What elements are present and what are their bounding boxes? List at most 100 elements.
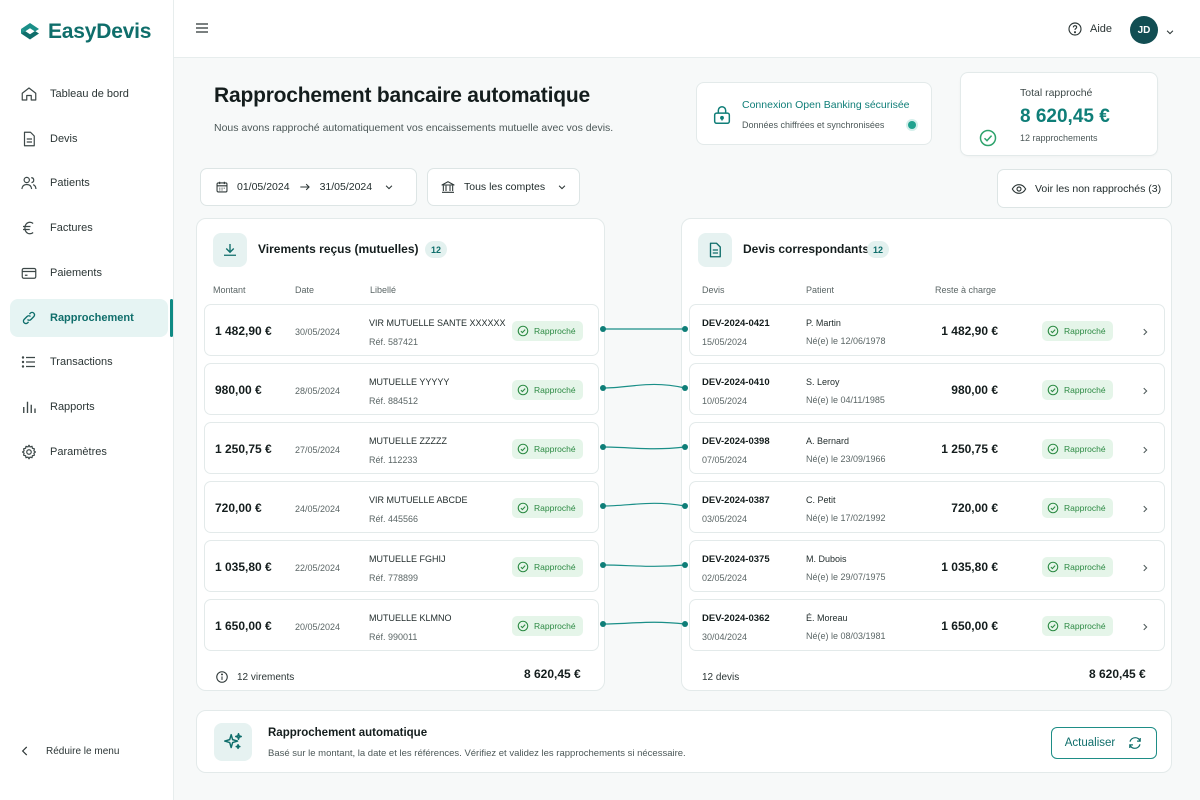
status-badge: Rapproché — [1042, 439, 1113, 459]
quotes-footer: 12 devis — [702, 662, 739, 692]
auto-reconciliation-subtitle: Basé sur le montant, la date et les réfé… — [268, 748, 686, 759]
chevron-left-icon — [21, 746, 28, 756]
lock-icon — [713, 106, 731, 124]
sidebar-item-label: Transactions — [50, 356, 113, 368]
sidebar-item-quotes[interactable]: Devis — [10, 120, 168, 158]
arrow-right-icon — [299, 183, 310, 191]
transfer-date: 20/05/2024 — [295, 622, 341, 632]
status-badge: Rapproché — [512, 380, 583, 400]
sidebar-item-transactions[interactable]: Transactions — [10, 343, 168, 381]
hamburger-icon — [196, 23, 208, 33]
sidebar-item-label: Factures — [50, 222, 93, 234]
collapse-menu-button[interactable]: Réduire le menu — [18, 744, 119, 758]
date-from: 01/05/2024 — [237, 181, 290, 193]
sidebar: EasyDevis Tableau de bord Devis Patients… — [0, 0, 174, 800]
refresh-icon — [1129, 737, 1142, 749]
row-open-button[interactable] — [1140, 324, 1150, 342]
sidebar-item-reconciliation[interactable]: Rapprochement — [10, 299, 173, 337]
check-circle-icon — [979, 129, 997, 147]
check-circle-icon — [517, 502, 529, 514]
sidebar-item-patients[interactable]: Patients — [10, 164, 168, 202]
table-row[interactable]: 1 482,90 € 30/05/2024 VIR MUTUELLE SANTE X… — [204, 304, 599, 356]
credit-card-icon — [21, 267, 37, 279]
table-row[interactable]: DEV-2024-0410 10/05/2024 S. Leroy Né(e) le … — [689, 363, 1165, 415]
transfers-count-badge: 12 — [425, 241, 448, 258]
patient-birthdate: Né(e) le 04/11/1985 — [806, 395, 885, 405]
auto-reconciliation-card: Rapprochement automatique Basé sur le mo… — [196, 710, 1172, 773]
sidebar-item-reports[interactable]: Rapports — [10, 388, 168, 426]
account-filter[interactable]: Tous les comptes — [427, 168, 580, 206]
eye-icon — [1011, 183, 1027, 194]
sidebar-item-payments[interactable]: Paiements — [10, 254, 168, 292]
row-open-button[interactable] — [1140, 560, 1150, 578]
document-icon — [709, 242, 721, 258]
row-open-button[interactable] — [1140, 501, 1150, 519]
quote-id: DEV-2024-0375 — [702, 554, 770, 565]
date-range-filter[interactable]: 01/05/2024 31/05/2024 — [200, 168, 417, 206]
patient-name: M. Dubois — [806, 554, 847, 564]
status-badge: Rapproché — [1042, 616, 1113, 636]
match-connector-line — [602, 383, 686, 389]
transfer-reference: Réf. 778899 — [369, 573, 419, 583]
user-avatar[interactable]: JD — [1130, 16, 1158, 44]
transfers-footer-total: 8 620,45 € — [524, 667, 581, 681]
user-menu-toggle[interactable] — [1165, 24, 1175, 42]
transfer-date: 22/05/2024 — [295, 563, 341, 573]
status-badge-label: Rapproché — [1064, 562, 1106, 572]
list-icon — [21, 356, 35, 368]
sidebar-item-invoices[interactable]: Factures — [10, 209, 168, 247]
show-unmatched-button[interactable]: Voir les non rapprochés (3) — [997, 169, 1172, 208]
quote-id: DEV-2024-0421 — [702, 318, 770, 329]
patient-birthdate: Né(e) le 08/03/1981 — [806, 631, 886, 641]
table-row[interactable]: DEV-2024-0375 02/05/2024 M. Dubois Né(e) le… — [689, 540, 1165, 592]
chevron-down-icon — [1166, 30, 1174, 35]
bank-icon — [441, 181, 455, 193]
menu-toggle-button[interactable] — [194, 20, 210, 41]
brand-logo[interactable]: EasyDevis — [18, 20, 151, 44]
row-open-button[interactable] — [1140, 383, 1150, 401]
row-open-button[interactable] — [1140, 619, 1150, 637]
chevron-right-icon — [1143, 446, 1148, 454]
sidebar-item-label: Paiements — [50, 267, 102, 279]
column-header-label: Libellé — [370, 285, 397, 295]
row-open-button[interactable] — [1140, 442, 1150, 460]
account-filter-value: Tous les comptes — [464, 181, 546, 193]
table-row[interactable]: 1 250,75 € 27/05/2024 MUTUELLE ZZZZZ Réf. 1… — [204, 422, 599, 474]
table-row[interactable]: DEV-2024-0387 03/05/2024 C. Petit Né(e) le … — [689, 481, 1165, 533]
transfer-label: VIR MUTUELLE SANTE XXXXXX — [369, 318, 506, 328]
table-row[interactable]: DEV-2024-0398 07/05/2024 A. Bernard Né(e) l… — [689, 422, 1165, 474]
table-row[interactable]: DEV-2024-0421 15/05/2024 P. Martin Né(e) le… — [689, 304, 1165, 356]
total-reconciled-label: Total rapproché — [1020, 87, 1093, 99]
help-button[interactable]: Aide — [1067, 21, 1112, 37]
status-badge: Rapproché — [1042, 498, 1113, 518]
transfer-amount: 1 482,90 € — [215, 324, 272, 338]
patient-birthdate: Né(e) le 12/06/1978 — [806, 336, 886, 346]
check-circle-icon — [1047, 384, 1059, 396]
column-header-date: Date — [295, 285, 315, 295]
sidebar-item-settings[interactable]: Paramètres — [10, 433, 168, 471]
quote-id: DEV-2024-0398 — [702, 436, 770, 447]
column-header-amount: Montant — [213, 285, 246, 295]
quote-id: DEV-2024-0387 — [702, 495, 770, 506]
quote-date: 15/05/2024 — [702, 337, 748, 347]
table-row[interactable]: 1 650,00 € 20/05/2024 MUTUELLE KLMNO Réf. 9… — [204, 599, 599, 651]
sidebar-item-dashboard[interactable]: Tableau de bord — [10, 75, 168, 113]
check-circle-icon — [517, 384, 529, 396]
check-circle-icon — [1047, 443, 1059, 455]
status-badge-label: Rapproché — [534, 562, 576, 572]
patient-name: É. Moreau — [806, 613, 848, 623]
patient-name: A. Bernard — [806, 436, 850, 446]
remaining-amount: 720,00 € — [951, 501, 998, 515]
status-badge-label: Rapproché — [534, 326, 576, 336]
document-icon — [23, 131, 35, 147]
table-row[interactable]: 1 035,80 € 22/05/2024 MUTUELLE FGHIJ Réf. 7… — [204, 540, 599, 592]
table-row[interactable]: 720,00 € 24/05/2024 VIR MUTUELLE ABCDE Réf.… — [204, 481, 599, 533]
refresh-button[interactable]: Actualiser — [1051, 727, 1157, 759]
chevron-right-icon — [1143, 505, 1148, 513]
table-row[interactable]: 980,00 € 28/05/2024 MUTUELLE YYYYY Réf. 884… — [204, 363, 599, 415]
table-row[interactable]: DEV-2024-0362 30/04/2024 É. Moreau Né(e) le… — [689, 599, 1165, 651]
quotes-footer-total: 8 620,45 € — [1089, 667, 1146, 681]
quotes-footer-count: 12 devis — [702, 671, 740, 683]
transfer-reference: Réf. 445566 — [369, 514, 419, 524]
quote-date: 30/04/2024 — [702, 632, 748, 642]
